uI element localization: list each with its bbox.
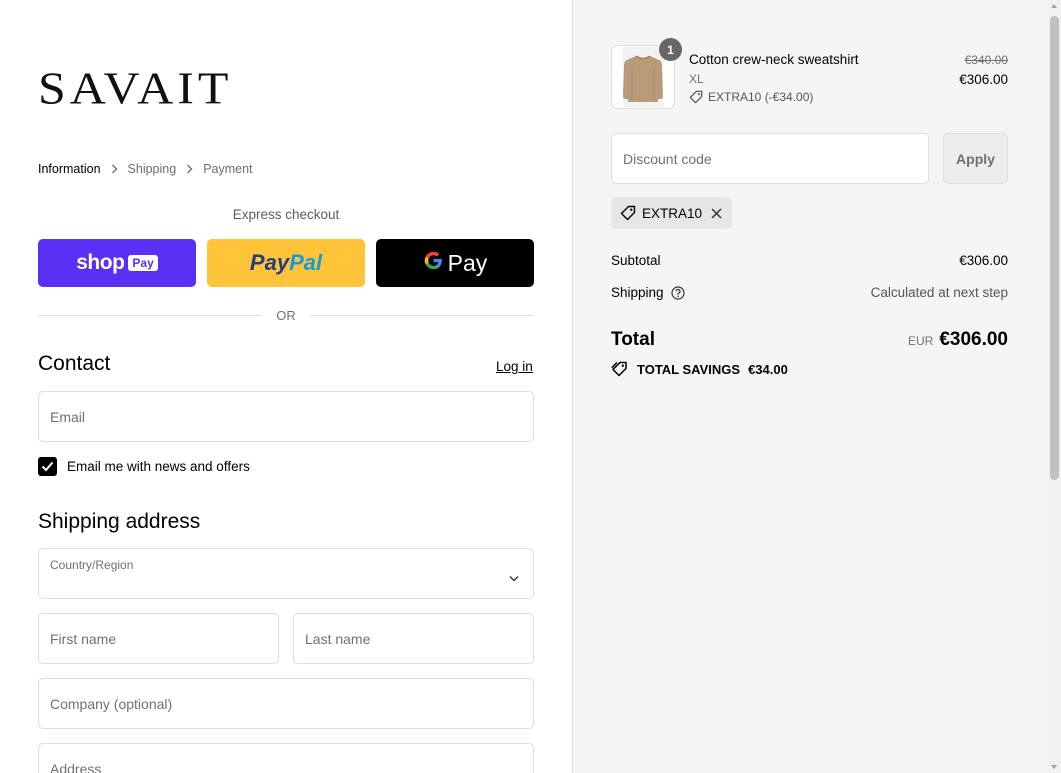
breadcrumb-payment: Payment bbox=[203, 162, 253, 176]
shop-pay-button[interactable]: shop Pay bbox=[38, 239, 196, 287]
breadcrumb-information[interactable]: Information bbox=[38, 162, 101, 176]
last-name-field[interactable] bbox=[294, 614, 533, 663]
company-field[interactable] bbox=[39, 679, 533, 728]
product-discount-label: EXTRA10 (-€34.00) bbox=[708, 90, 814, 104]
brand-logo[interactable]: SAVAIT bbox=[38, 64, 232, 112]
breadcrumb-shipping: Shipping bbox=[127, 162, 177, 176]
first-name-field[interactable] bbox=[39, 614, 278, 663]
scrollbar-thumb[interactable] bbox=[1050, 16, 1059, 480]
scroll-up-icon[interactable] bbox=[1051, 4, 1057, 8]
tag-icon bbox=[689, 90, 703, 104]
savings-value: €34.00 bbox=[748, 361, 788, 377]
discount-field-wrapper bbox=[611, 133, 929, 184]
first-name-field-wrapper bbox=[38, 613, 279, 664]
total-amount: EUR €306.00 bbox=[800, 329, 1008, 351]
email-field[interactable] bbox=[39, 392, 533, 441]
shipping-address-title: Shipping address bbox=[38, 510, 201, 533]
shop-pay-wordmark: shop bbox=[76, 251, 125, 274]
subtotal-value: €306.00 bbox=[959, 253, 1008, 268]
chevron-right-icon bbox=[111, 164, 118, 174]
contact-title: Contact bbox=[38, 352, 111, 375]
breadcrumb: Information Shipping Payment bbox=[38, 162, 253, 176]
subtotal-label: Subtotal bbox=[611, 253, 661, 268]
google-g-icon bbox=[423, 250, 444, 276]
scroll-down-icon[interactable] bbox=[1051, 765, 1057, 769]
apply-discount-button[interactable]: Apply bbox=[943, 133, 1008, 184]
product-discount: EXTRA10 (-€34.00) bbox=[689, 90, 813, 104]
country-label: Country/Region bbox=[50, 558, 134, 572]
total-label: Total bbox=[611, 329, 655, 350]
express-checkout-title: Express checkout bbox=[232, 207, 340, 222]
shop-pay-badge: Pay bbox=[128, 255, 158, 271]
paypal-button[interactable]: PayPal bbox=[207, 239, 365, 287]
or-label: OR bbox=[276, 307, 296, 323]
discount-code-input[interactable] bbox=[612, 134, 928, 183]
chevron-right-icon bbox=[186, 164, 193, 174]
remove-discount-icon[interactable] bbox=[711, 207, 722, 219]
newsletter-checkbox-row[interactable]: Email me with news and offers bbox=[38, 457, 250, 476]
total-savings: TOTAL SAVINGS €34.00 bbox=[611, 361, 788, 377]
last-name-field-wrapper bbox=[293, 613, 534, 664]
page-scrollbar[interactable] bbox=[1048, 0, 1061, 773]
chevron-down-icon bbox=[509, 569, 519, 587]
applied-discount-code: EXTRA10 bbox=[642, 205, 703, 221]
product-original-price: €340.00 bbox=[964, 53, 1008, 67]
savings-tag-icon bbox=[611, 361, 629, 377]
total-value: €306.00 bbox=[939, 329, 1008, 350]
product-name: Cotton crew-neck sweatshirt bbox=[689, 52, 859, 67]
tag-icon bbox=[620, 205, 636, 221]
quantity-badge: 1 bbox=[659, 38, 682, 61]
newsletter-checkbox[interactable] bbox=[38, 457, 57, 476]
checkout-form-panel: SAVAIT Information Shipping Payment Expr… bbox=[0, 0, 572, 773]
email-field-wrapper bbox=[38, 391, 534, 442]
or-divider: OR bbox=[38, 306, 534, 324]
checkmark-icon bbox=[41, 461, 54, 472]
company-field-wrapper bbox=[38, 678, 534, 729]
product-variant: XL bbox=[689, 72, 704, 86]
paypal-wordmark: PayPal bbox=[249, 250, 323, 275]
country-select[interactable]: Country/Region bbox=[38, 548, 534, 599]
help-icon[interactable] bbox=[670, 285, 685, 300]
order-summary-panel bbox=[572, 0, 1048, 773]
newsletter-label: Email me with news and offers bbox=[67, 459, 250, 474]
address-field-wrapper bbox=[38, 743, 534, 773]
product-price: €306.00 bbox=[959, 72, 1008, 87]
google-pay-button[interactable]: Pay bbox=[376, 239, 534, 287]
total-currency: EUR bbox=[907, 334, 934, 348]
shipping-value: Calculated at next step bbox=[870, 285, 1008, 300]
savings-label: TOTAL SAVINGS bbox=[637, 361, 741, 377]
address-field[interactable] bbox=[39, 744, 533, 773]
login-link[interactable]: Log in bbox=[496, 359, 533, 374]
shipping-label-row: Shipping bbox=[611, 285, 685, 300]
applied-discount-chip: EXTRA10 bbox=[611, 197, 733, 229]
shipping-label: Shipping bbox=[611, 285, 664, 300]
google-pay-wordmark: Pay bbox=[447, 249, 488, 276]
